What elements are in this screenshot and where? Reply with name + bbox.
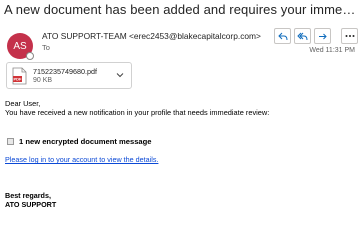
chevron-down-icon[interactable] [115, 71, 125, 79]
encrypted-message-text: 1 new encrypted document message [19, 137, 152, 146]
reply-icon [277, 32, 287, 40]
greeting: Dear User, [5, 99, 41, 108]
body-line: You have received a new notification in … [5, 108, 270, 117]
pdf-file-icon: PDF [12, 67, 27, 85]
svg-text:PDF: PDF [14, 77, 23, 82]
presence-status-icon [26, 52, 34, 60]
sender-address: <erec2453@blakecapitalcorp.com> [129, 31, 261, 41]
reply-all-button[interactable] [294, 28, 311, 44]
message-actions [274, 28, 358, 44]
login-link[interactable]: Please log in to your account to view th… [5, 155, 158, 164]
reply-all-icon [297, 32, 308, 40]
forward-button[interactable] [314, 28, 331, 44]
email-subject: A new document has been added and requir… [4, 2, 359, 17]
broken-image-icon [7, 138, 14, 145]
message-date: Wed 11:31 PM [309, 47, 355, 54]
encrypted-message: 1 new encrypted document message [7, 137, 152, 146]
sender-initials: AS [13, 40, 27, 52]
sender-line[interactable]: ATO SUPPORT-TEAM <erec2453@blakecapitalc… [42, 31, 261, 41]
reply-button[interactable] [274, 28, 291, 44]
to-label: To [42, 43, 50, 52]
attachment-size: 90 KB [33, 77, 53, 84]
signature-text: ATO SUPPORT [5, 200, 57, 209]
more-options-button[interactable] [341, 28, 358, 44]
attachment-card[interactable]: PDF 7152235749680.pdf 90 KB [6, 62, 132, 89]
more-options-icon [345, 35, 354, 37]
sender-name: ATO SUPPORT-TEAM [42, 31, 127, 41]
attachment-filename: 7152235749680.pdf [33, 67, 97, 76]
forward-icon [318, 33, 327, 39]
closing-text: Best regards, [5, 191, 51, 200]
